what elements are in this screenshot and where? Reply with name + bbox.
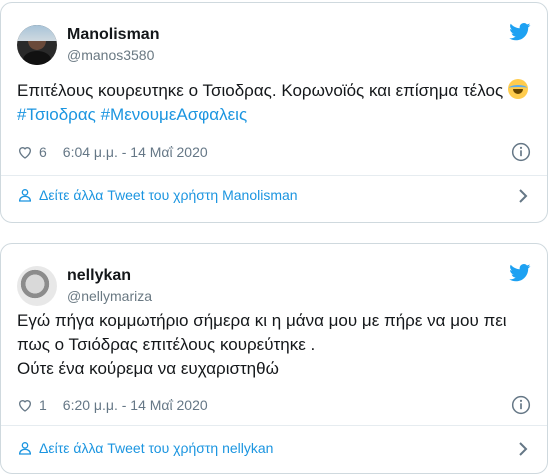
tweet-text: Επιτέλους κουρευτηκε ο Τσιοδρας. Κορωνοϊ… — [17, 79, 531, 127]
user-names: Manolisman @manos3580 — [67, 25, 159, 65]
tweet-text: Εγώ πήγα κομμωτήριο σήμερα κι η μάνα μου… — [17, 309, 531, 381]
like-count[interactable]: 6 — [39, 144, 47, 160]
user-icon — [18, 189, 32, 202]
hashtag-link[interactable]: #ΜενουμεΑσφαλεις — [101, 105, 248, 124]
tweet-header: Manolisman @manos3580 — [17, 21, 159, 69]
avatar[interactable] — [17, 266, 57, 306]
tweet-body: Επιτέλους κουρευτηκε ο Τσιοδρας. Κορωνοϊ… — [17, 81, 504, 100]
twitter-bird-icon[interactable] — [509, 264, 531, 282]
tweet-timestamp[interactable]: 6:20 μ.μ. - 14 Μαΐ 2020 — [63, 397, 208, 413]
tweet-line: πως ο Τσιόδρας επιτέλους κουρεύτηκε . — [17, 335, 316, 354]
chevron-right-icon[interactable] — [515, 440, 531, 458]
more-tweets-label[interactable]: Δείτε άλλα Tweet του χρήστη Manolisman — [39, 187, 298, 203]
info-icon[interactable] — [511, 142, 531, 162]
heart-icon[interactable] — [17, 144, 33, 160]
display-name[interactable]: Manolisman — [67, 25, 159, 45]
display-name[interactable]: nellykan — [67, 266, 152, 286]
chevron-right-icon[interactable] — [515, 187, 531, 205]
tweet-line: Ούτε ένα κούρεμα να ευχαριστηθώ — [17, 359, 279, 378]
divider — [1, 175, 547, 176]
divider — [1, 425, 547, 426]
user-handle[interactable]: @nellymariza — [67, 286, 152, 306]
user-icon — [18, 442, 32, 455]
hashtag-link[interactable]: #Τσιοδρας — [17, 105, 96, 124]
tweet-line: Εγώ πήγα κομμωτήριο σήμερα κι η μάνα μου… — [17, 311, 507, 330]
user-names: nellykan @nellymariza — [67, 266, 152, 306]
user-handle[interactable]: @manos3580 — [67, 45, 159, 65]
more-tweets-link[interactable]: Δείτε άλλα Tweet του χρήστη nellykan — [17, 440, 531, 456]
laughing-emoji-icon — [507, 79, 528, 99]
tweet-header: nellykan @nellymariza — [17, 262, 152, 310]
tweet-timestamp[interactable]: 6:04 μ.μ. - 14 Μαΐ 2020 — [63, 144, 208, 160]
twitter-bird-icon[interactable] — [509, 23, 531, 41]
more-tweets-label[interactable]: Δείτε άλλα Tweet του χρήστη nellykan — [39, 440, 273, 456]
tweet-meta: 1 6:20 μ.μ. - 14 Μαΐ 2020 — [17, 395, 531, 415]
tweet-card: nellykan @nellymariza Εγώ πήγα κομμωτήρι… — [0, 243, 548, 474]
tweet-card: Manolisman @manos3580 Επιτέλους κουρευτη… — [0, 2, 548, 223]
more-tweets-link[interactable]: Δείτε άλλα Tweet του χρήστη Manolisman — [17, 187, 531, 203]
avatar[interactable] — [17, 25, 57, 65]
like-count[interactable]: 1 — [39, 397, 47, 413]
heart-icon[interactable] — [17, 397, 33, 413]
tweet-meta: 6 6:04 μ.μ. - 14 Μαΐ 2020 — [17, 142, 531, 162]
info-icon[interactable] — [511, 395, 531, 415]
